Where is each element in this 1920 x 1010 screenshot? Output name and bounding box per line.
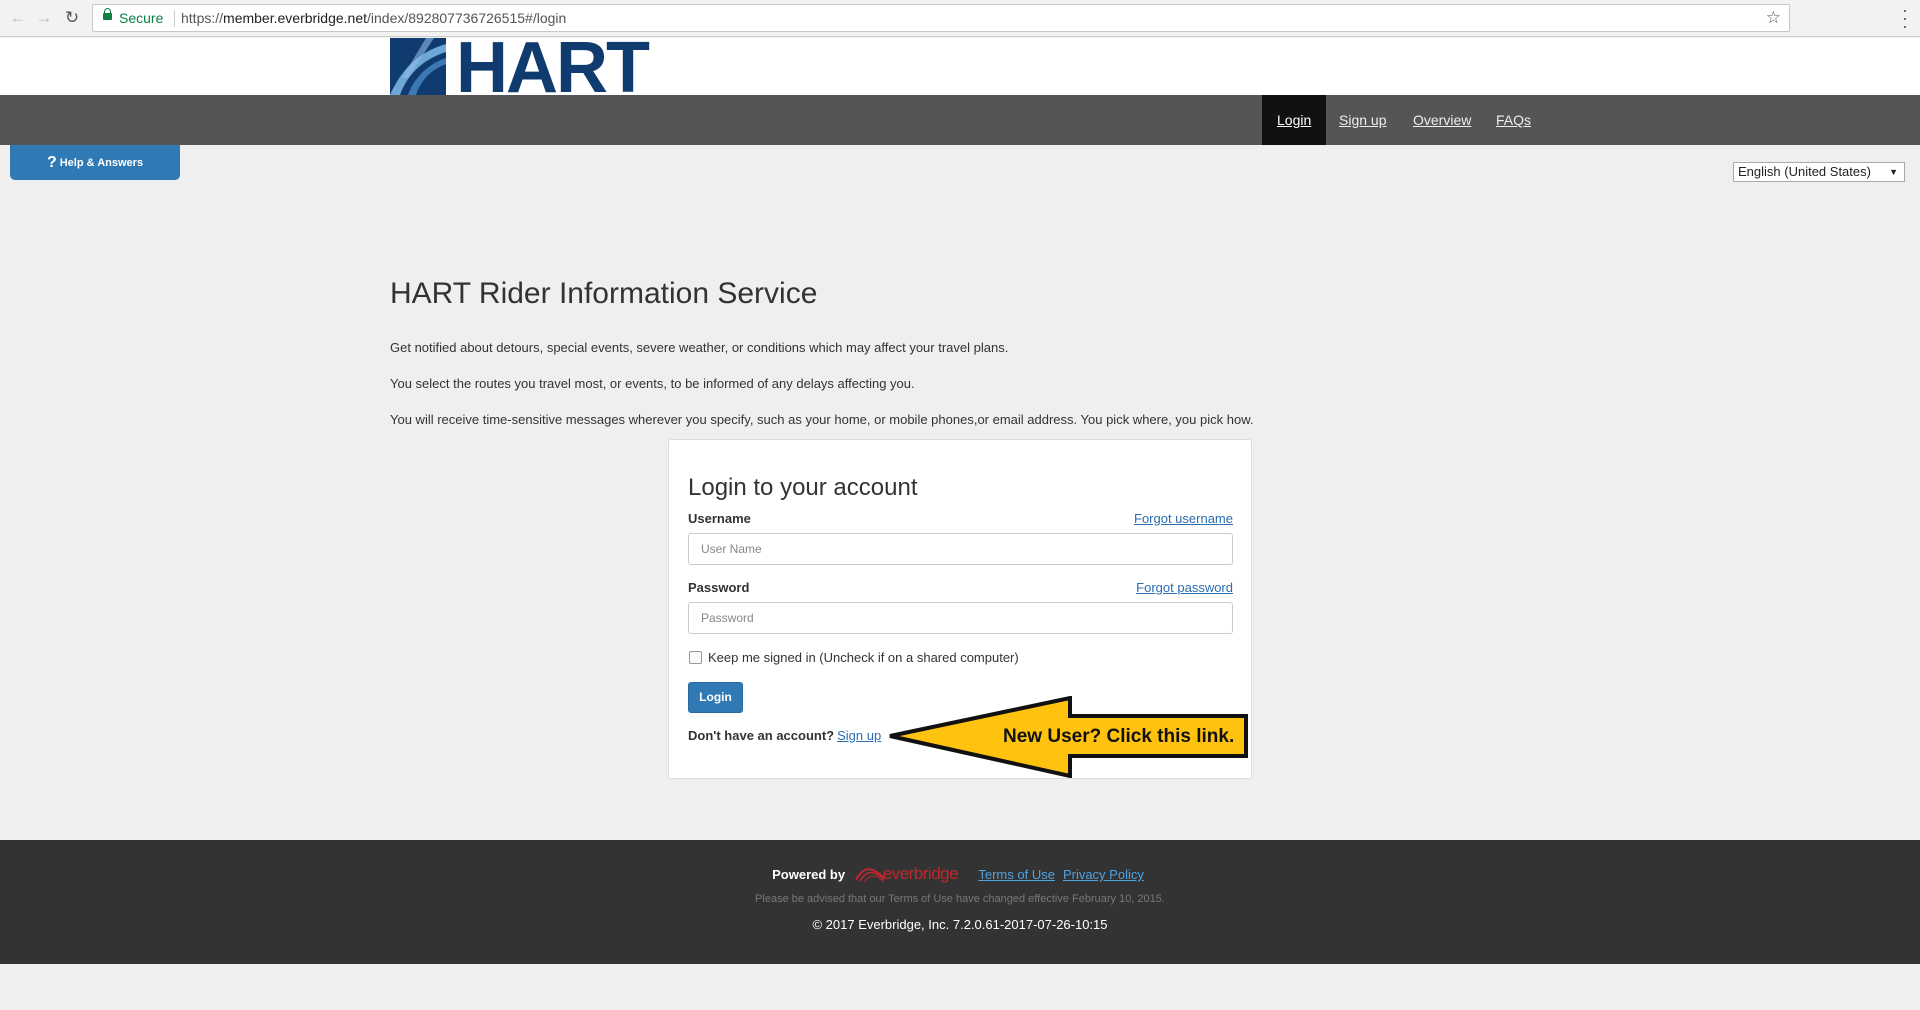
secure-label: Secure [119,10,164,26]
no-account-text: Don't have an account? [688,728,835,743]
everbridge-logo[interactable]: everbridge [854,863,967,883]
address-bar[interactable]: Secure https://member.everbridge.net/ind… [92,4,1790,32]
username-label: Username [688,511,751,526]
page-title: HART Rider Information Service [390,277,818,310]
no-account-prompt: Don't have an account? Sign up [688,728,881,743]
intro-paragraph: Get notified about detours, special even… [390,340,1009,355]
powered-by-label: Powered by [772,867,846,882]
nav-login[interactable]: Login [1262,95,1327,145]
bookmark-star-icon[interactable]: ☆ [1766,8,1781,28]
login-button[interactable]: Login [688,682,743,713]
forward-arrow-icon[interactable]: → [34,8,54,28]
everbridge-swoosh-icon [854,868,885,883]
nav-sign-up[interactable]: Sign up [1324,95,1401,145]
language-selected-value: English (United States) [1738,164,1871,179]
keep-signed-in-checkbox[interactable] [689,651,702,664]
copyright-text: © 2017 Everbridge, Inc. 7.2.0.61-2017-07… [812,917,1108,932]
browser-toolbar: ← → ↻ Secure https://member.everbridge.n… [0,0,1920,37]
url-text[interactable]: https://member.everbridge.net/index/8928… [181,10,566,26]
callout-text: New User? Click this link. [1003,726,1235,747]
help-answers-button[interactable]: ? Help & Answers [10,145,180,180]
url-path: /index/892807736726515#/login [367,10,567,26]
login-panel-title: Login to your account [688,474,918,501]
keep-signed-in-label[interactable]: Keep me signed in (Uncheck if on a share… [708,650,1019,665]
question-mark-icon: ? [46,154,57,171]
hart-logo-text: HART [456,28,650,108]
brand-bar: HART [0,32,1920,104]
url-separator [174,10,175,27]
intro-paragraph: You will receive time-sensitive messages… [390,412,1254,427]
dropdown-caret-icon: ▼ [1889,167,1898,177]
language-select[interactable]: English (United States) ▼ [1733,162,1905,182]
username-input[interactable] [688,533,1233,565]
forgot-username-link[interactable]: Forgot username [1134,511,1233,526]
password-input[interactable] [688,602,1233,634]
back-arrow-icon[interactable]: ← [8,8,28,28]
intro-paragraph: You select the routes you travel most, o… [390,376,915,391]
reload-icon[interactable]: ↻ [62,8,82,28]
lock-icon [103,8,112,23]
terms-advisory: Please be advised that our Terms of Use … [755,893,1165,905]
top-navigation: Login Sign up Overview FAQs [0,95,1920,145]
page-footer: Powered by everbridge Terms of Use Privac… [0,840,1920,964]
hart-logo-mark [390,38,446,95]
password-label: Password [688,580,750,595]
powered-by-line: Powered by everbridge Terms of Use Privac… [0,863,1920,883]
privacy-policy-link[interactable]: Privacy Policy [1063,867,1144,882]
sign-up-link[interactable]: Sign up [837,728,881,743]
forgot-password-link[interactable]: Forgot password [1136,580,1233,595]
nav-overview[interactable]: Overview [1398,95,1486,145]
hart-logo[interactable]: HART [390,32,660,104]
everbridge-wordmark: everbridge [882,864,959,883]
help-answers-label: Help & Answers [59,157,144,169]
nav-faqs[interactable]: FAQs [1481,95,1546,145]
terms-of-use-link[interactable]: Terms of Use [978,867,1055,882]
url-scheme: https:// [181,10,224,26]
browser-menu-icon[interactable]: · · · [1898,1,1912,35]
url-host: member.everbridge.net [223,10,367,26]
